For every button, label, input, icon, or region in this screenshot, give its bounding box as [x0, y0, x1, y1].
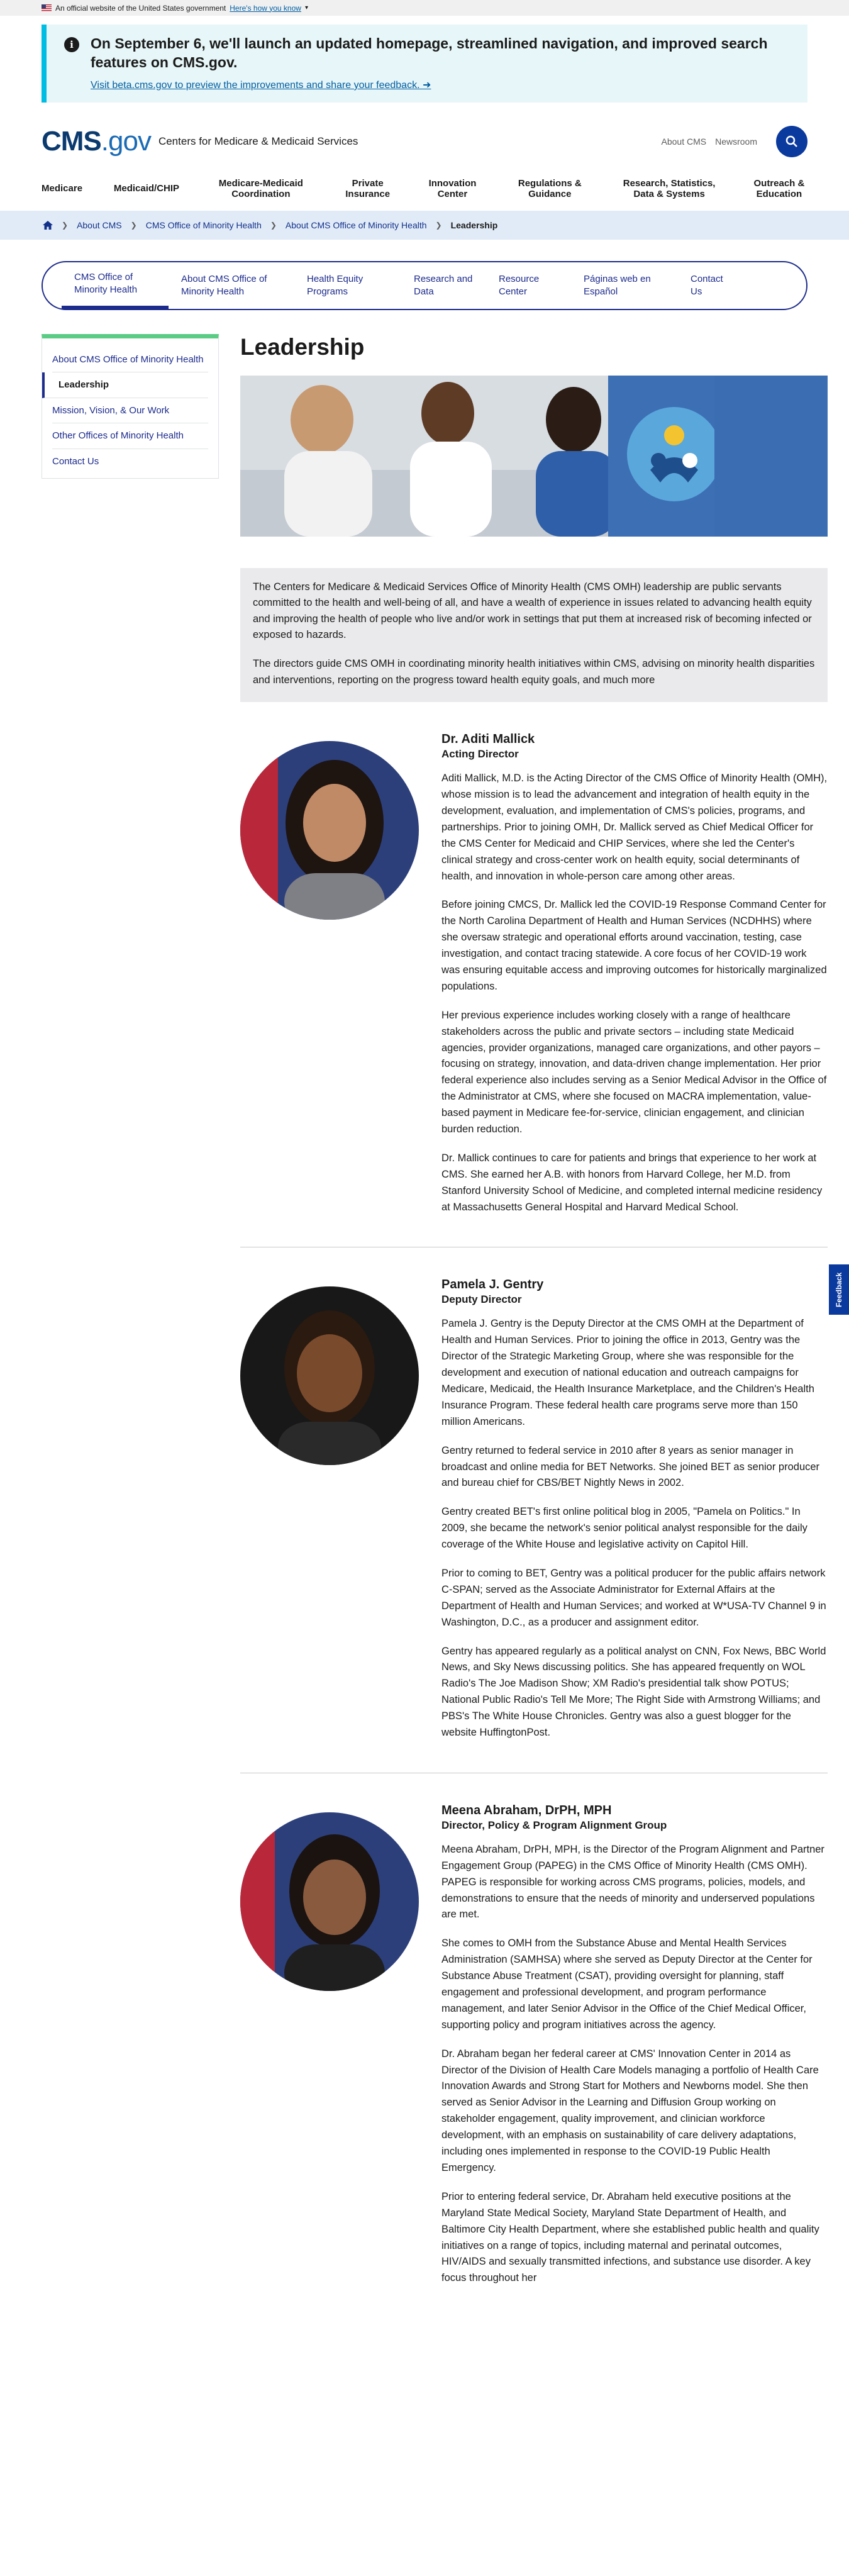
home-icon[interactable] [43, 220, 53, 230]
nav-research[interactable]: Research, Statistics, Data & Systems [619, 178, 719, 200]
newsroom-link[interactable]: Newsroom [715, 137, 757, 147]
bio-paragraph: Prior to entering federal service, Dr. A… [441, 2190, 819, 2284]
alert-link[interactable]: Visit beta.cms.gov to preview the improv… [91, 79, 431, 91]
nav-regulations[interactable]: Regulations & Guidance [512, 178, 587, 200]
intro-paragraph: The Centers for Medicare & Medicaid Serv… [253, 581, 812, 641]
bio-paragraph: Gentry returned to federal service in 20… [441, 1444, 820, 1489]
sidenav-about-omh[interactable]: About CMS Office of Minority Health [52, 347, 208, 373]
nav-outreach[interactable]: Outreach & Education [751, 178, 807, 200]
chevron-right-icon: ❯ [435, 220, 442, 230]
bio-paragraph: Pamela J. Gentry is the Deputy Director … [441, 1318, 814, 1427]
subnav-resource-center[interactable]: Resource Center [486, 262, 571, 309]
site-alert: i On September 6, we'll launch an update… [42, 25, 807, 103]
nav-innovation-center[interactable]: Innovation Center [424, 178, 480, 200]
side-nav: About CMS Office of Minority Health Lead… [42, 333, 219, 479]
chevron-down-icon[interactable]: ▾ [305, 4, 308, 11]
heres-how-link[interactable]: Here's how you know [230, 4, 301, 13]
search-button[interactable] [776, 125, 807, 157]
subnav-contact[interactable]: Contact Us [678, 262, 741, 309]
subnav-espanol[interactable]: Páginas web en Español [571, 262, 678, 309]
breadcrumb-current: Leadership [450, 220, 498, 230]
about-cms-link[interactable]: About CMS [662, 137, 707, 147]
hero-photo [240, 375, 721, 537]
clinicians-photo [240, 375, 721, 537]
bio-paragraph: Prior to coming to BET, Gentry was a pol… [441, 1568, 826, 1628]
feedback-button[interactable]: Feedback [829, 1264, 849, 1315]
page-title: Leadership [240, 333, 365, 360]
leader-role: Acting Director [441, 748, 519, 761]
gov-banner: An official website of the United States… [0, 0, 849, 16]
leader-profile: Dr. Aditi Mallick Acting Director Aditi … [240, 702, 828, 1248]
breadcrumb: ❯ About CMS ❯ CMS Office of Minority Hea… [0, 210, 849, 240]
bio-paragraph: Meena Abraham, DrPH, MPH, is the Directo… [441, 1843, 824, 1921]
nav-medicaid-chip[interactable]: Medicaid/CHIP [114, 183, 179, 194]
bio-paragraph: Dr. Abraham began her federal career at … [441, 2048, 819, 2173]
subnav-research-data[interactable]: Research and Data [401, 262, 486, 309]
chevron-right-icon: ❯ [270, 220, 277, 230]
leader-photo [240, 741, 419, 920]
breadcrumb-about-omh[interactable]: About CMS Office of Minority Health [286, 220, 427, 230]
arrow-right-icon: ➜ [422, 79, 431, 91]
main-content: Leadership The Centers for Medicare & Me… [240, 334, 828, 2318]
gov-banner-text: An official website of the United States… [55, 3, 226, 13]
intro-paragraph: The directors guide CMS OMH in coordinat… [253, 658, 815, 686]
subnav-health-equity[interactable]: Health Equity Programs [294, 262, 401, 309]
intro-panel: The Centers for Medicare & Medicaid Serv… [240, 567, 828, 703]
sidenav-mission[interactable]: Mission, Vision, & Our Work [52, 398, 208, 424]
breadcrumb-about-cms[interactable]: About CMS [77, 220, 122, 230]
bio-paragraph: Her previous experience includes working… [441, 1009, 827, 1135]
sidenav-other-offices[interactable]: Other Offices of Minority Health [52, 423, 208, 449]
bio-paragraph: Gentry created BET's first online politi… [441, 1506, 807, 1551]
section-subnav: CMS Office of Minority Health About CMS … [42, 260, 807, 310]
bio-paragraph: Gentry has appeared regularly as a polit… [441, 1645, 826, 1739]
leader-name: Meena Abraham, DrPH, MPH [441, 1803, 612, 1817]
leader-role: Deputy Director [441, 1293, 522, 1306]
bio-paragraph: Dr. Mallick continues to care for patien… [441, 1152, 823, 1213]
leader-photo [240, 1286, 419, 1466]
subnav-about-omh[interactable]: About CMS Office of Minority Health [169, 262, 294, 309]
leader-role: Director, Policy & Program Alignment Gro… [441, 1819, 667, 1831]
bio-paragraph: Before joining CMCS, Dr. Mallick led the… [441, 899, 827, 992]
leader-profile: Meena Abraham, DrPH, MPH Director, Polic… [240, 1773, 828, 2318]
main-nav: Medicare Medicaid/CHIP Medicare-Medicaid… [42, 167, 807, 211]
hero-accent [714, 375, 828, 537]
bio-paragraph: Aditi Mallick, M.D. is the Acting Direct… [441, 772, 828, 882]
sidenav-contact[interactable]: Contact Us [52, 449, 208, 474]
nav-medicare[interactable]: Medicare [42, 183, 82, 194]
leader-profile: Pamela J. Gentry Deputy Director Pamela … [240, 1247, 828, 1773]
breadcrumb-omh[interactable]: CMS Office of Minority Health [146, 220, 262, 230]
chevron-right-icon: ❯ [130, 220, 137, 230]
alert-title: On September 6, we'll launch an updated … [91, 35, 768, 70]
chevron-right-icon: ❯ [62, 220, 69, 230]
leader-photo [240, 1812, 419, 1991]
leader-name: Pamela J. Gentry [441, 1278, 544, 1292]
search-icon [785, 135, 797, 147]
site-header: CMS.gov Centers for Medicare & Medicaid … [42, 116, 807, 167]
info-icon: i [64, 37, 79, 52]
hero-image [240, 375, 828, 537]
cms-logo[interactable]: CMS.gov [42, 126, 152, 157]
nav-private-insurance[interactable]: Private Insurance [343, 178, 393, 200]
nav-medicare-medicaid[interactable]: Medicare-Medicaid Coordination [211, 178, 311, 200]
logo-tagline: Centers for Medicare & Medicaid Services [158, 135, 358, 147]
sidenav-leadership[interactable]: Leadership [42, 372, 208, 398]
leader-name: Dr. Aditi Mallick [441, 732, 535, 747]
bio-paragraph: She comes to OMH from the Substance Abus… [441, 1938, 813, 2031]
subnav-omh[interactable]: CMS Office of Minority Health [62, 262, 169, 309]
us-flag-icon [42, 4, 52, 11]
